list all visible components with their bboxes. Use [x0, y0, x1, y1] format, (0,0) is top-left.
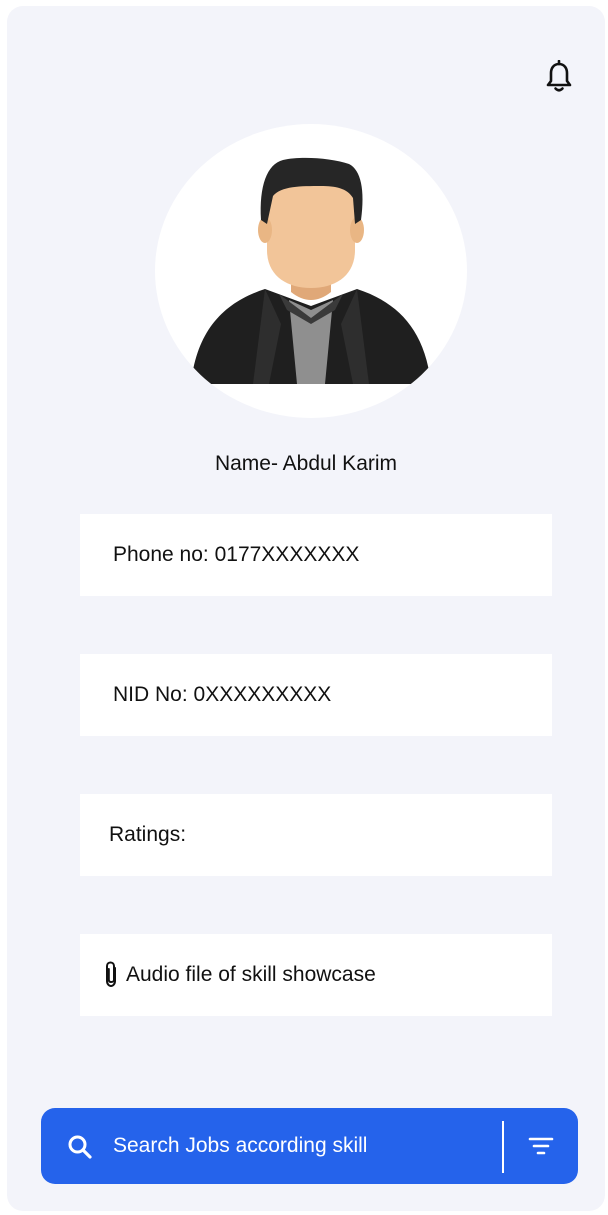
- ratings-field: Ratings:: [80, 794, 552, 876]
- filter-button[interactable]: [516, 1122, 566, 1170]
- nid-field: NID No: 0XXXXXXXXX: [80, 654, 552, 736]
- paperclip-icon: [102, 960, 120, 990]
- search-divider: [502, 1121, 504, 1173]
- bell-icon[interactable]: [545, 59, 573, 94]
- phone-value: Phone no: 0177XXXXXXX: [113, 543, 360, 566]
- avatar: [155, 124, 467, 418]
- search-icon: [67, 1134, 93, 1160]
- filter-icon: [528, 1137, 554, 1155]
- audio-file-attachment[interactable]: Audio file of skill showcase: [80, 934, 552, 1016]
- ratings-label: Ratings:: [109, 823, 187, 846]
- nid-value: NID No: 0XXXXXXXXX: [113, 683, 332, 706]
- phone-field: Phone no: 0177XXXXXXX: [80, 514, 552, 596]
- profile-screen: Name- Abdul Karim Phone no: 0177XXXXXXX …: [7, 6, 605, 1211]
- profile-name: Name- Abdul Karim: [214, 452, 398, 475]
- audio-file-label: Audio file of skill showcase: [126, 963, 376, 986]
- search-input[interactable]: [113, 1126, 483, 1166]
- search-bar: [41, 1108, 578, 1184]
